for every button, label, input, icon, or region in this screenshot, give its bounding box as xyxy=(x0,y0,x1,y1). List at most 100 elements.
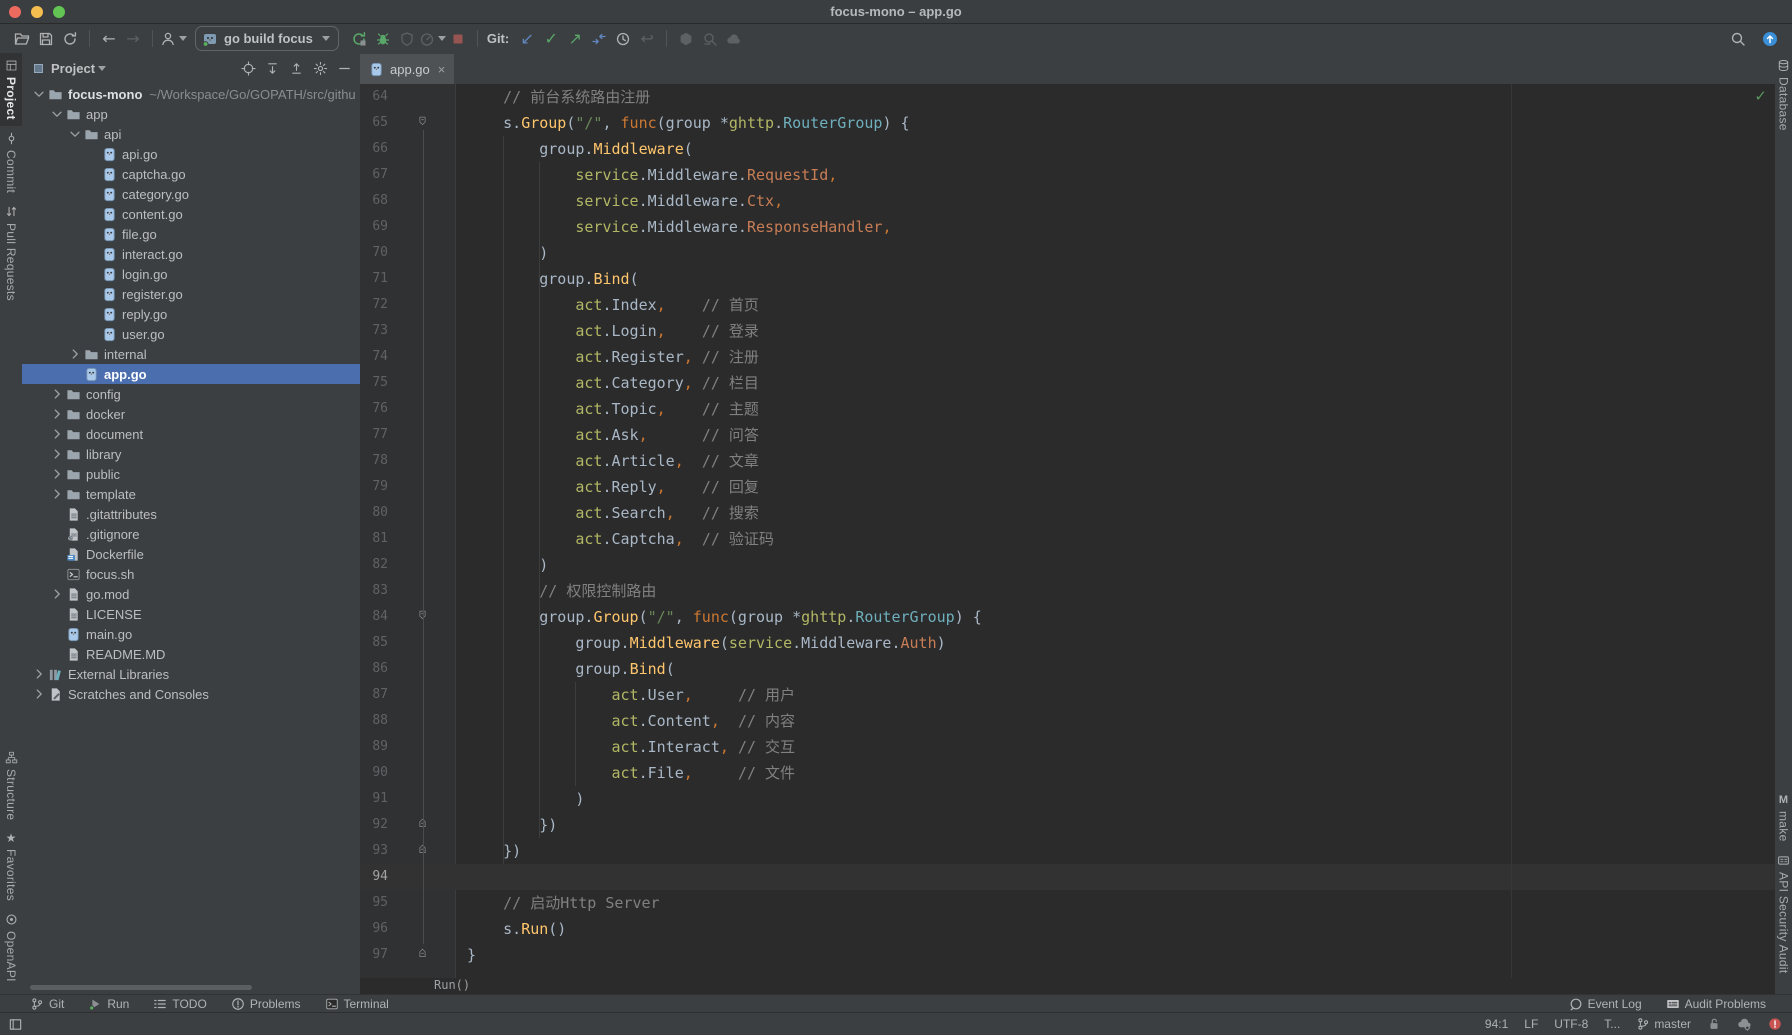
chevron-right-icon[interactable] xyxy=(66,347,83,361)
tree-item-login-go[interactable]: login.go xyxy=(22,264,360,284)
open-folder-icon[interactable] xyxy=(10,27,34,51)
tree-item--gitattributes[interactable]: .gitattributes xyxy=(22,504,360,524)
status-utf-8[interactable]: UTF-8 xyxy=(1554,1017,1588,1031)
user-icon[interactable] xyxy=(160,27,187,51)
chevron-down-icon[interactable] xyxy=(98,66,106,71)
tree-item-docker[interactable]: docker xyxy=(22,404,360,424)
fold-start-icon[interactable] xyxy=(418,116,430,130)
toolwindow-button-database[interactable]: Database xyxy=(1775,53,1792,137)
tree-item-reply-go[interactable]: reply.go xyxy=(22,304,360,324)
search-history-icon[interactable] xyxy=(698,27,722,51)
tree-item--gitignore[interactable]: .gitignore xyxy=(22,524,360,544)
toolwindow-button-structure[interactable]: Structure xyxy=(0,745,22,826)
code-line-93[interactable]: 93 }) xyxy=(360,838,1775,864)
settings-icon[interactable] xyxy=(313,61,328,76)
locate-icon[interactable] xyxy=(241,61,256,76)
breadcrumb[interactable]: Run() xyxy=(434,978,470,992)
tree-item-user-go[interactable]: user.go xyxy=(22,324,360,344)
code-line-75[interactable]: 75 act.Category, // 栏目 xyxy=(360,370,1775,396)
sync-icon[interactable] xyxy=(58,27,82,51)
profiler-icon[interactable] xyxy=(419,27,446,51)
code-line-86[interactable]: 86 group.Bind( xyxy=(360,656,1775,682)
toolwindow-button-favorites[interactable]: ★Favorites xyxy=(0,826,22,907)
status-unlock-icon[interactable] xyxy=(1707,1017,1721,1031)
code-line-94[interactable]: 94 xyxy=(360,864,1775,890)
code-line-97[interactable]: 97} xyxy=(360,942,1775,968)
code-line-76[interactable]: 76 act.Topic, // 主题 xyxy=(360,396,1775,422)
git-merge-icon[interactable] xyxy=(587,27,611,51)
tree-item-focus-mono[interactable]: focus-mono~/Workspace/Go/GOPATH/src/gith… xyxy=(22,84,360,104)
chevron-down-icon[interactable] xyxy=(66,127,83,141)
code-line-69[interactable]: 69 service.Middleware.ResponseHandler, xyxy=(360,214,1775,240)
horizontal-scrollbar[interactable] xyxy=(30,985,252,990)
fold-end-icon[interactable] xyxy=(418,948,430,962)
status-error-badge-icon[interactable] xyxy=(1768,1017,1782,1031)
chevron-right-icon[interactable] xyxy=(48,587,65,601)
code-line-91[interactable]: 91 ) xyxy=(360,786,1775,812)
stop-icon[interactable] xyxy=(446,27,470,51)
chevron-right-icon[interactable] xyxy=(48,487,65,501)
toolbar-item-git[interactable]: Git xyxy=(30,997,64,1011)
update-available-icon[interactable] xyxy=(1758,27,1782,51)
history-icon[interactable] xyxy=(611,27,635,51)
tree-item-public[interactable]: public xyxy=(22,464,360,484)
status-t-[interactable]: T... xyxy=(1604,1017,1620,1031)
tree-item-api[interactable]: api xyxy=(22,124,360,144)
tree-item-go-mod[interactable]: go.mod xyxy=(22,584,360,604)
tree-item-template[interactable]: template xyxy=(22,484,360,504)
git-update-icon[interactable]: ↙ xyxy=(515,27,539,51)
fold-end-icon[interactable] xyxy=(418,844,430,858)
back-arrow-icon[interactable]: ← xyxy=(97,27,121,51)
git-commit-icon[interactable]: ✓ xyxy=(539,27,563,51)
toolwindow-button-make[interactable]: Mmake xyxy=(1775,788,1792,848)
toolwindow-button-pull-requests[interactable]: Pull Requests xyxy=(0,199,22,307)
chevron-right-icon[interactable] xyxy=(30,667,47,681)
code-line-90[interactable]: 90 act.File, // 文件 xyxy=(360,760,1775,786)
code-line-74[interactable]: 74 act.Register, // 注册 xyxy=(360,344,1775,370)
code-line-64[interactable]: 64 // 前台系统路由注册 xyxy=(360,84,1775,110)
tree-item-register-go[interactable]: register.go xyxy=(22,284,360,304)
chevron-right-icon[interactable] xyxy=(48,407,65,421)
status-sync-settings-icon[interactable] xyxy=(1737,1017,1752,1032)
code-line-78[interactable]: 78 act.Article, // 文章 xyxy=(360,448,1775,474)
chevron-right-icon[interactable] xyxy=(48,467,65,481)
tree-item-external-libraries[interactable]: External Libraries xyxy=(22,664,360,684)
code-line-68[interactable]: 68 service.Middleware.Ctx, xyxy=(360,188,1775,214)
tree-item-captcha-go[interactable]: captcha.go xyxy=(22,164,360,184)
chevron-down-icon[interactable] xyxy=(48,107,65,121)
chevron-right-icon[interactable] xyxy=(48,427,65,441)
tree-item-config[interactable]: config xyxy=(22,384,360,404)
hide-panel-icon[interactable] xyxy=(337,61,352,76)
code-line-84[interactable]: 84 group.Group("/", func(group *ghttp.Ro… xyxy=(360,604,1775,630)
tree-item-interact-go[interactable]: interact.go xyxy=(22,244,360,264)
tab-app-go[interactable]: app.go × xyxy=(360,54,454,84)
code-line-81[interactable]: 81 act.Captcha, // 验证码 xyxy=(360,526,1775,552)
code-line-77[interactable]: 77 act.Ask, // 问答 xyxy=(360,422,1775,448)
tree-item-category-go[interactable]: category.go xyxy=(22,184,360,204)
git-push-icon[interactable]: ↗ xyxy=(563,27,587,51)
code-line-88[interactable]: 88 act.Content, // 内容 xyxy=(360,708,1775,734)
code-line-73[interactable]: 73 act.Login, // 登录 xyxy=(360,318,1775,344)
editor[interactable]: 64 // 前台系统路由注册65 s.Group("/", func(group… xyxy=(360,84,1775,978)
tree-item-focus-sh[interactable]: focus.sh xyxy=(22,564,360,584)
coverage-icon[interactable] xyxy=(395,27,419,51)
tree-item-file-go[interactable]: file.go xyxy=(22,224,360,244)
tree-item-main-go[interactable]: main.go xyxy=(22,624,360,644)
project-panel-title[interactable]: Project xyxy=(51,61,95,76)
toolbar-item-problems[interactable]: Problems xyxy=(231,997,301,1011)
tree-item-app-go[interactable]: app.go xyxy=(22,364,360,384)
tree-item-app[interactable]: app xyxy=(22,104,360,124)
toolwindow-button-project[interactable]: Project xyxy=(0,53,22,126)
status-lf[interactable]: LF xyxy=(1524,1017,1538,1031)
tree-item-license[interactable]: LICENSE xyxy=(22,604,360,624)
code-line-96[interactable]: 96 s.Run() xyxy=(360,916,1775,942)
code-line-71[interactable]: 71 group.Bind( xyxy=(360,266,1775,292)
status-master[interactable]: master xyxy=(1636,1017,1691,1031)
tree-item-readme-md[interactable]: README.MD xyxy=(22,644,360,664)
run-configuration-select[interactable]: go build focus xyxy=(195,26,339,51)
tree-item-content-go[interactable]: content.go xyxy=(22,204,360,224)
search-icon[interactable] xyxy=(1726,27,1750,51)
code-line-95[interactable]: 95 // 启动Http Server xyxy=(360,890,1775,916)
toolwindow-button-openapi[interactable]: OpenAPI xyxy=(0,907,22,988)
debug-icon[interactable] xyxy=(371,27,395,51)
